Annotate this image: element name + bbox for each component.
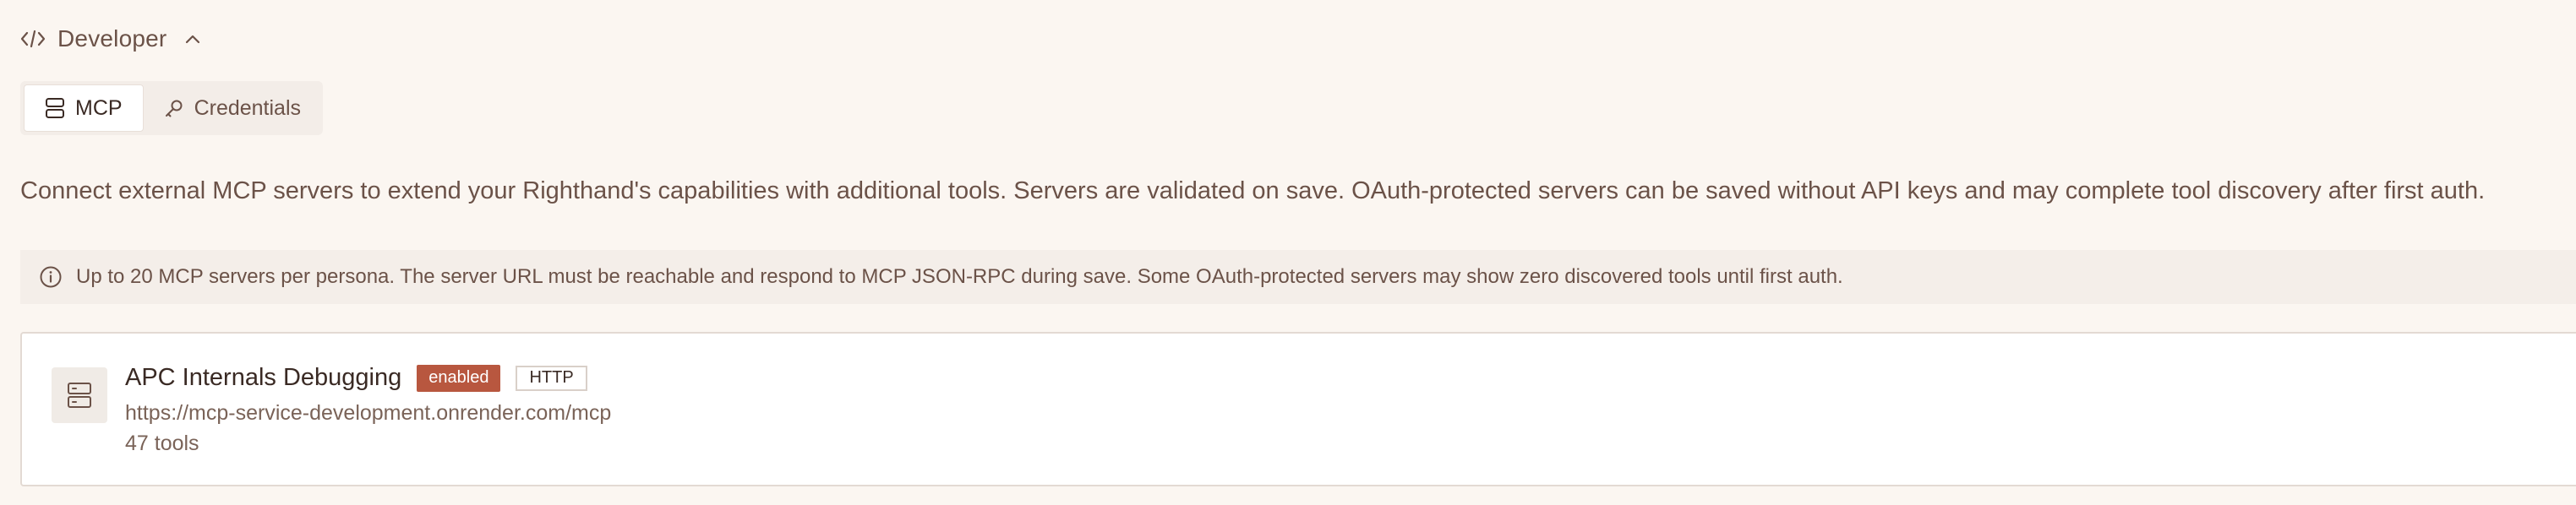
tool-count: 47 tools xyxy=(125,432,199,455)
server-name: APC Internals Debugging xyxy=(125,364,402,391)
server-card[interactable]: APC Internals Debugging enabled HTTP htt… xyxy=(20,332,2576,486)
page-description: Connect external MCP servers to extend y… xyxy=(20,177,2486,204)
server-url: https://mcp-service-development.onrender… xyxy=(125,401,612,425)
info-icon xyxy=(39,265,63,289)
tab-label: MCP xyxy=(75,95,123,120)
server-icon xyxy=(52,367,107,423)
tab-label: Credentials xyxy=(194,95,302,120)
status-badge: enabled xyxy=(417,364,501,392)
code-icon xyxy=(20,29,46,49)
key-icon xyxy=(164,98,184,118)
tab-mcp[interactable]: MCP xyxy=(24,84,144,132)
tab-bar: MCP Credentials xyxy=(20,81,323,135)
transport-badge: HTTP xyxy=(516,365,587,391)
tab-credentials[interactable]: Credentials xyxy=(144,84,321,132)
chevron-up-icon[interactable] xyxy=(183,33,202,45)
server-name-row: APC Internals Debugging enabled HTTP xyxy=(125,364,587,392)
section-title: Developer xyxy=(57,25,167,52)
developer-section-header[interactable]: Developer xyxy=(20,22,202,56)
info-banner-text: Up to 20 MCP servers per persona. The se… xyxy=(76,265,1843,288)
info-banner: Up to 20 MCP servers per persona. The se… xyxy=(20,250,2576,304)
server-icon xyxy=(45,97,65,119)
